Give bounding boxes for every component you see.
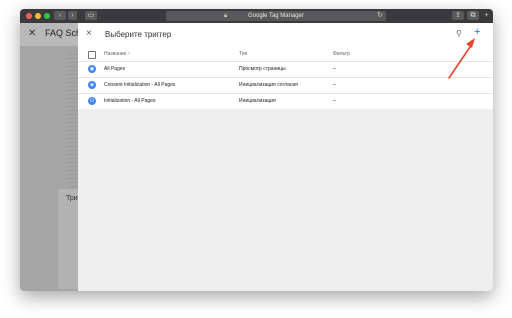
- annotation-arrow: [448, 38, 475, 79]
